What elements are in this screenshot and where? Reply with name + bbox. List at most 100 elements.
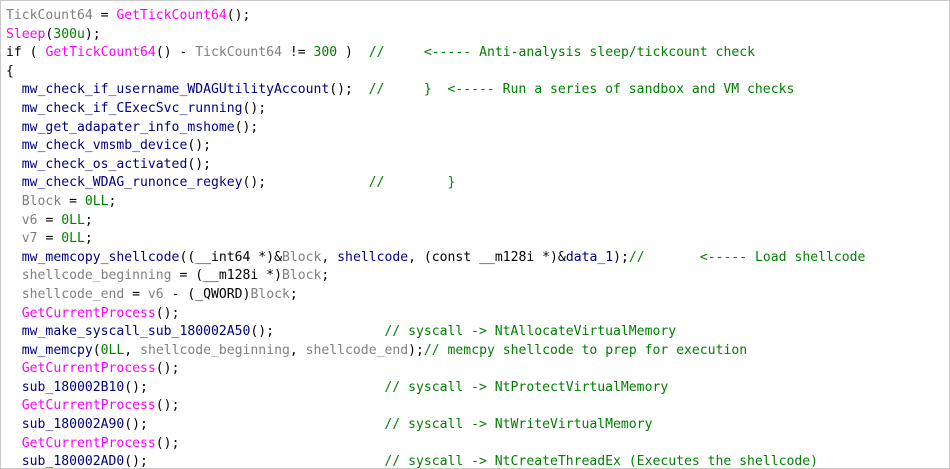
code-line[interactable]: shellcode_end = v6 - (_QWORD)Block; xyxy=(6,286,865,305)
punctuation: ); xyxy=(84,26,101,42)
identifier[interactable]: mw_get_adapater_info_mshome xyxy=(22,120,235,135)
code-line[interactable]: if ( GetTickCount64() - TickCount64 != 3… xyxy=(6,44,865,63)
code-line[interactable]: mw_check_if_CExecSvc_running(); xyxy=(6,100,865,119)
punctuation: ); xyxy=(613,249,629,265)
punctuation: , ( xyxy=(408,249,432,265)
punctuation: (); xyxy=(124,417,385,433)
punctuation: ( xyxy=(21,45,46,61)
local-variable: shellcode_beginning xyxy=(21,268,172,284)
code-line[interactable]: TickCount64 = GetTickCount64(); xyxy=(6,7,865,26)
code-line[interactable]: mw_get_adapater_info_mshome(); xyxy=(6,119,865,138)
punctuation: ; xyxy=(321,268,330,284)
punctuation: *)& xyxy=(250,249,282,265)
code-comment: // syscall -> NtCreateThreadEx (Executes… xyxy=(384,454,818,469)
api-call[interactable]: Sleep xyxy=(6,27,45,42)
code-line[interactable]: { xyxy=(6,63,865,82)
number-literal: 300u xyxy=(53,26,85,42)
code-line[interactable]: v6 = 0LL; xyxy=(6,212,865,231)
punctuation xyxy=(6,417,22,432)
keyword: const __m128i xyxy=(431,249,535,265)
code-line[interactable]: Sleep(300u); xyxy=(6,26,865,45)
code-line[interactable]: mw_memcopy_shellcode((__int64 *)&Block, … xyxy=(6,249,866,268)
punctuation: (); xyxy=(242,175,369,191)
identifier[interactable]: mw_check_WDAG_runonce_regkey xyxy=(22,175,243,190)
punctuation xyxy=(6,398,22,413)
code-line[interactable]: shellcode_beginning = (__m128i *)Block; xyxy=(6,267,865,286)
code-line[interactable]: mw_check_if_username_WDAGUtilityAccount(… xyxy=(6,81,865,100)
identifier[interactable]: shellcode xyxy=(337,250,408,265)
api-call[interactable]: GetCurrentProcess xyxy=(22,398,156,413)
pseudocode-view[interactable]: TickCount64 = GetTickCount64(); Sleep(300… xyxy=(0,0,950,469)
local-variable: Block xyxy=(21,193,62,209)
local-variable: v6 xyxy=(147,286,164,302)
code-line[interactable]: mw_check_WDAG_runonce_regkey(); // } xyxy=(6,174,865,193)
code-line[interactable]: mw_check_os_activated(); xyxy=(6,156,865,175)
punctuation: != xyxy=(281,45,314,61)
punctuation: (); xyxy=(187,156,211,172)
code-line[interactable]: sub_180002B10(); // syscall -> NtProtect… xyxy=(6,379,865,398)
punctuation: (); xyxy=(155,398,180,414)
api-call[interactable]: GetCurrentProcess xyxy=(22,306,156,321)
identifier[interactable]: data_1 xyxy=(566,250,613,265)
code-line[interactable]: Block = 0LL; xyxy=(6,193,865,212)
punctuation: () - xyxy=(155,45,196,61)
punctuation xyxy=(6,157,22,172)
local-variable: shellcode_end xyxy=(21,286,125,302)
punctuation xyxy=(6,287,22,302)
local-variable: TickCount64 xyxy=(6,8,93,23)
punctuation xyxy=(6,213,22,228)
identifier[interactable]: mw_memcpy xyxy=(22,343,93,358)
api-call[interactable]: GetCurrentProcess xyxy=(22,361,156,376)
code-line[interactable]: sub_180002A90(); // syscall -> NtWriteVi… xyxy=(6,416,865,435)
identifier[interactable]: sub_180002B10 xyxy=(22,380,124,395)
code-comment: // } <----- Run a series of sandbox and … xyxy=(368,82,795,98)
punctuation xyxy=(6,138,22,153)
code-line[interactable]: v7 = 0LL; xyxy=(6,230,865,249)
api-call[interactable]: GetCurrentProcess xyxy=(22,436,156,451)
api-call[interactable]: GetTickCount64 xyxy=(116,8,226,23)
punctuation: ( xyxy=(92,342,101,358)
identifier[interactable]: sub_180002AD0 xyxy=(22,454,124,468)
code-line[interactable]: GetCurrentProcess(); xyxy=(6,305,865,324)
punctuation: = ( xyxy=(171,268,204,284)
punctuation xyxy=(6,101,22,116)
punctuation: (); xyxy=(155,305,180,321)
identifier[interactable]: mw_check_if_username_WDAGUtilityAccount xyxy=(22,82,329,97)
code-line[interactable]: mw_make_syscall_sub_180002A50(); // sysc… xyxy=(6,323,865,342)
punctuation: (); xyxy=(242,100,267,116)
local-variable: shellcode_end xyxy=(305,342,409,358)
identifier[interactable]: mw_check_vmsmb_device xyxy=(22,138,188,153)
punctuation: { xyxy=(6,63,14,79)
code-comment: // syscall -> NtProtectVirtualMemory xyxy=(384,379,669,395)
punctuation xyxy=(6,175,22,190)
local-variable: v6 xyxy=(21,212,38,228)
punctuation xyxy=(6,324,22,339)
number-literal: 0LL xyxy=(100,342,125,358)
identifier[interactable]: mw_make_syscall_sub_180002A50 xyxy=(22,324,251,339)
punctuation: (); xyxy=(250,324,385,340)
identifier[interactable]: mw_check_os_activated xyxy=(22,157,188,172)
code-line[interactable]: GetCurrentProcess(); xyxy=(6,435,865,454)
code-line[interactable]: GetCurrentProcess(); xyxy=(6,397,865,416)
local-variable: v7 xyxy=(21,231,38,247)
punctuation: = xyxy=(37,231,62,247)
code-line[interactable]: mw_check_vmsmb_device(); xyxy=(6,137,865,156)
punctuation: ; xyxy=(289,286,298,302)
punctuation: ) xyxy=(337,45,369,61)
keyword: _QWORD xyxy=(195,286,243,302)
code-comment: // memcpy shellcode to prep for executio… xyxy=(423,342,748,358)
code-comment: // <----- Anti-analysis sleep/tickcount … xyxy=(368,45,755,61)
punctuation xyxy=(6,120,22,135)
identifier[interactable]: mw_check_if_CExecSvc_running xyxy=(22,101,243,116)
code-line[interactable]: mw_memcpy(0LL, shellcode_beginning, shel… xyxy=(6,342,865,361)
api-call[interactable]: GetTickCount64 xyxy=(45,45,155,60)
punctuation: ; xyxy=(84,212,93,228)
local-variable: Block xyxy=(250,286,290,302)
keyword: __int64 xyxy=(195,249,251,265)
punctuation: = xyxy=(37,212,62,228)
punctuation: ; xyxy=(84,231,93,247)
identifier[interactable]: sub_180002A90 xyxy=(22,417,124,432)
code-line[interactable]: sub_180002AD0(); // syscall -> NtCreateT… xyxy=(6,453,865,469)
code-line[interactable]: GetCurrentProcess(); xyxy=(6,360,865,379)
identifier[interactable]: mw_memcopy_shellcode xyxy=(22,250,180,265)
